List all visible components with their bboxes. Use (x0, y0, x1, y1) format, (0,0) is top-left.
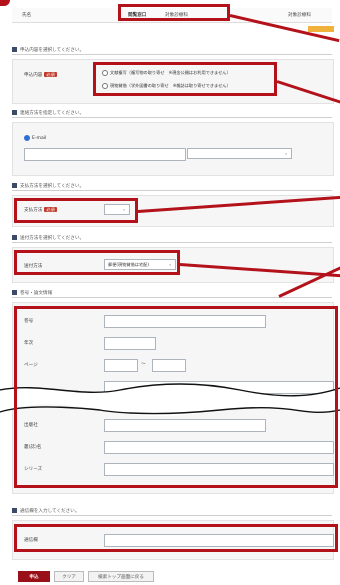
section-header-request: 申込内容を選択してください。 (12, 45, 332, 55)
email-input[interactable] (24, 148, 186, 161)
clear-button[interactable]: クリア (54, 571, 84, 582)
section-icon (12, 508, 17, 513)
corner-mark (0, 0, 10, 6)
orange-marker (308, 26, 334, 32)
radio-selected-icon (24, 135, 30, 141)
section-icon (12, 235, 17, 240)
section-header-notes: 通信欄を入力してください。 (12, 506, 332, 516)
annotation-box-tabs (118, 4, 230, 21)
annotation-box-request (93, 62, 277, 96)
annotation-box-notes (14, 524, 338, 552)
section-icon (12, 110, 17, 115)
annotation-box-delivery (14, 250, 180, 275)
section-title: 申込内容を選択してください。 (20, 47, 85, 53)
request-type-label: 申込内容 必須 (24, 72, 57, 78)
submit-button[interactable]: 申込 (18, 571, 50, 582)
annotation-box-article (14, 306, 338, 488)
name-label: 氏名 (22, 13, 32, 18)
annotation-box-payment (14, 198, 138, 223)
section-icon (12, 47, 17, 52)
email-radio[interactable]: E-mail (24, 135, 46, 141)
chevron-down-icon: ⌄ (284, 151, 288, 156)
required-badge: 必須 (44, 72, 57, 77)
section-header-contact: 連絡方法を指定してください。 (12, 108, 332, 118)
email-domain-select[interactable]: ⌄ (187, 148, 292, 159)
section-header-payment: 支払方法を選択してください。 (12, 181, 332, 191)
back-to-search-button[interactable]: 検索トップ画面に戻る (88, 571, 154, 582)
section-header-delivery: 送付方法を選択してください。 (12, 233, 332, 243)
section-icon (12, 290, 17, 295)
section-icon (12, 183, 17, 188)
annotation-box-article-bottom (14, 485, 338, 488)
tab-department-right[interactable]: 対象診療科 (288, 12, 311, 18)
